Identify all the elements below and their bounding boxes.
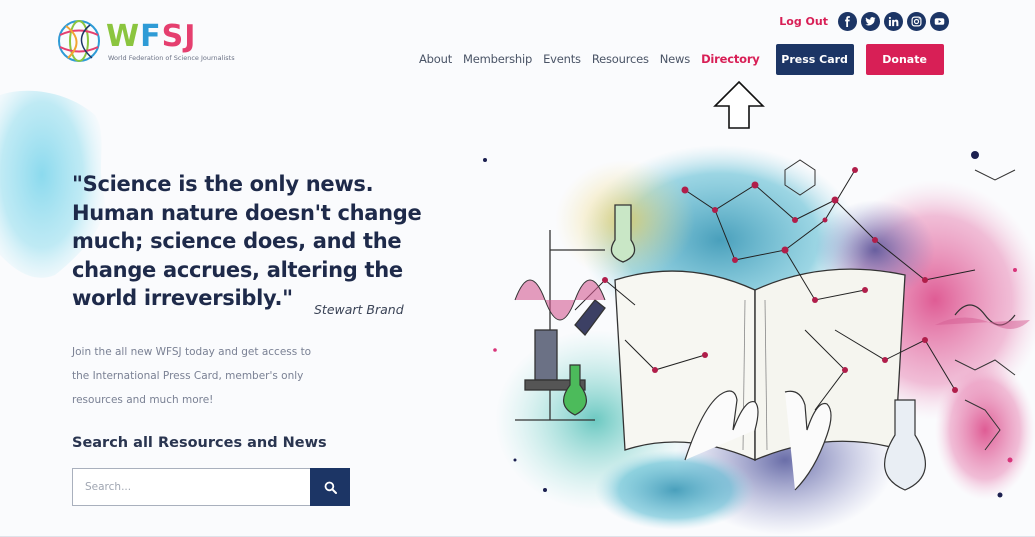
hero-quote: "Science is the only news. Human nature … xyxy=(72,170,452,313)
quote-author: Stewart Brand xyxy=(314,302,404,317)
quote-line: Human nature doesn't change xyxy=(72,200,422,225)
search-button[interactable] xyxy=(310,468,350,506)
top-bar: Log Out xyxy=(779,10,949,32)
donate-button[interactable]: Donate xyxy=(865,43,944,75)
quote-line: change accrues, altering the xyxy=(72,257,403,282)
instagram-icon[interactable] xyxy=(907,11,926,31)
press-card-button[interactable]: Press Card xyxy=(775,43,854,75)
nav-item-resources[interactable]: Resources xyxy=(592,52,649,66)
up-arrow-icon xyxy=(713,80,765,129)
intro-text: Join the all new WFSJ today and get acce… xyxy=(72,340,382,412)
nav-item-directory[interactable]: Directory xyxy=(701,52,760,66)
linkedin-icon[interactable] xyxy=(884,11,903,31)
youtube-icon[interactable] xyxy=(930,11,949,31)
globe-logo-icon xyxy=(58,20,100,62)
nav-item-events[interactable]: Events xyxy=(543,52,581,66)
nav-item-membership[interactable]: Membership xyxy=(463,52,532,66)
intro-line: the International Press Card, member's o… xyxy=(72,370,304,382)
search-title: Search all Resources and News xyxy=(72,435,327,451)
logo-subtitle: World Federation of Science Journalists xyxy=(108,54,235,62)
nav-item-about[interactable]: About xyxy=(419,52,452,66)
search-input[interactable] xyxy=(72,468,310,506)
quote-line: much; science does, and the xyxy=(72,229,402,253)
search-form xyxy=(72,468,350,506)
wfsj-logo[interactable]: WFSJ World Federation of Science Journal… xyxy=(56,18,286,66)
logout-link[interactable]: Log Out xyxy=(779,15,828,28)
science-book-illustration xyxy=(483,145,1035,535)
facebook-icon[interactable] xyxy=(838,11,857,31)
nav-item-news[interactable]: News xyxy=(660,52,690,66)
homepage: WFSJ World Federation of Science Journal… xyxy=(0,0,1035,537)
twitter-icon[interactable] xyxy=(861,11,880,31)
search-icon xyxy=(324,481,337,494)
main-nav: About Membership Events Resources News D… xyxy=(419,43,944,75)
quote-line: "Science is the only news. xyxy=(72,172,374,196)
logo-wordmark: WFSJ xyxy=(106,19,197,54)
intro-line: Join the all new WFSJ today and get acce… xyxy=(72,346,312,358)
intro-line: resources and much more! xyxy=(72,394,214,406)
